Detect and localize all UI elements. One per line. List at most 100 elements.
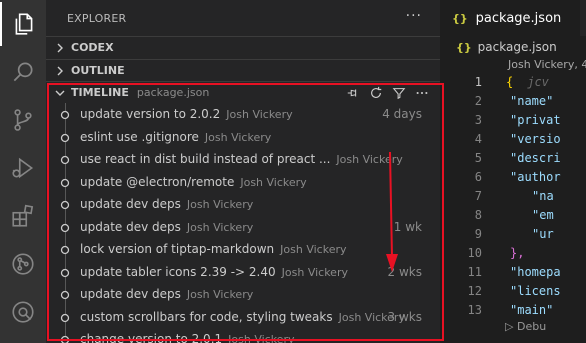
line-number: 6 <box>474 170 482 184</box>
commit-message: custom scrollbars for code, styling twea… <box>80 309 333 324</box>
line-number: 5 <box>474 151 482 165</box>
commit-author: Josh Vickery <box>226 108 293 122</box>
commit-message: use react in dist build instead of preac… <box>80 152 331 167</box>
line-number: 13 <box>467 303 482 317</box>
breadcrumb[interactable]: {} package.json <box>440 36 586 58</box>
codelens-label: Debu <box>516 320 547 333</box>
section-label: OUTLINE <box>71 64 125 77</box>
files-icon[interactable] <box>0 2 46 46</box>
code-text: "versio <box>510 132 561 146</box>
chevron-right-icon <box>53 41 67 55</box>
run-debug-icon[interactable] <box>0 146 46 190</box>
filter-icon[interactable] <box>390 85 407 101</box>
search-icon[interactable] <box>0 50 46 94</box>
scroll-down-arrow-icon <box>386 151 398 272</box>
refresh-icon[interactable] <box>367 85 384 101</box>
source-control-icon[interactable] <box>0 98 46 142</box>
code-text: "homepa <box>510 265 561 279</box>
json-file-icon: {} <box>456 40 472 54</box>
code-line[interactable]: 7 "na <box>440 189 586 208</box>
commit-author: Josh Vickery <box>281 265 348 279</box>
timeline-item[interactable]: custom scrollbars for code, styling twea… <box>46 306 440 329</box>
code-text: "em <box>532 208 554 222</box>
tab-label: package.json <box>475 10 562 26</box>
tab-package-json[interactable]: {} package.json <box>440 0 580 36</box>
code-line[interactable]: 3 "privat <box>440 113 586 132</box>
timeline-title: TIMELINE <box>71 86 129 99</box>
commit-author: Josh Vickery <box>240 175 307 189</box>
chevron-right-icon <box>53 64 67 78</box>
code-line[interactable]: 9 "ur <box>440 227 586 246</box>
commit-icon <box>59 198 73 212</box>
commit-message: update dev deps <box>80 219 181 234</box>
activity-bar <box>0 0 46 343</box>
commit-message: update tabler icons 2.39 -> 2.40 <box>80 264 276 279</box>
line-number: 7 <box>474 189 482 203</box>
commit-message: update dev deps <box>80 287 181 302</box>
commit-author: Josh Vickery <box>186 220 254 234</box>
extensions-icon[interactable] <box>0 194 46 238</box>
section-label: CODEX <box>71 41 114 54</box>
commit-message: change version to 2.0.1 <box>80 332 223 343</box>
line-number: 12 <box>467 284 482 298</box>
commit-icon <box>59 266 73 280</box>
chevron-down-icon <box>53 86 67 100</box>
code-text: "descri <box>510 151 561 165</box>
code-line[interactable]: 10 }, <box>440 246 586 265</box>
code-text: "privat <box>510 113 561 127</box>
line-number: 2 <box>474 94 482 108</box>
timeline-item[interactable]: change version to 2.0.1 Josh Vickery <box>46 328 440 343</box>
commit-icon <box>59 108 73 122</box>
code-line[interactable]: 6 "author <box>440 170 586 189</box>
timeline-file: package.json <box>136 86 210 99</box>
commit-message: lock version of tiptap-markdown <box>80 242 275 257</box>
code-line[interactable]: 11 "homepa <box>440 265 586 284</box>
commit-icon <box>59 333 73 343</box>
line-number: 8 <box>474 208 482 222</box>
timeline-item[interactable]: update version to 2.0.2 Josh Vickery 4 da… <box>46 103 440 126</box>
blame-annotation: Josh Vickery, 4 <box>508 58 586 71</box>
line-number: 4 <box>474 132 482 146</box>
code-text: "author <box>510 170 561 184</box>
gitlens-icon[interactable] <box>0 242 46 286</box>
sidebar-title: EXPLORER <box>67 11 127 25</box>
code-line[interactable]: 2 "name" <box>440 94 586 113</box>
commit-author: Josh Vickery <box>186 288 254 302</box>
section-codex[interactable]: CODEX <box>46 36 440 58</box>
commit-icon <box>59 311 73 325</box>
inline-blame: jcv <box>527 75 549 89</box>
more-icon[interactable] <box>413 85 430 101</box>
section-outline[interactable]: OUTLINE <box>46 59 440 81</box>
code-text: "main" <box>510 303 554 317</box>
code-line[interactable]: 4 "versio <box>440 132 586 151</box>
code-line[interactable]: 8 "em <box>440 208 586 227</box>
sidebar-header: EXPLORER ··· <box>46 0 440 36</box>
commit-author: Josh Vickery <box>280 243 347 257</box>
more-actions-icon[interactable]: ··· <box>406 8 422 24</box>
line-number: 10 <box>467 246 482 260</box>
commit-message: update version to 2.0.2 <box>80 107 221 122</box>
line-number: 3 <box>474 113 482 127</box>
code-text: }, <box>510 246 525 260</box>
debug-codelens[interactable]: ▷ Debu <box>505 320 546 333</box>
tab-bar: {} package.json <box>440 0 586 36</box>
code-text: "ur <box>532 227 554 241</box>
timeline-item[interactable]: eslint use .gitignore Josh Vickery <box>46 126 440 149</box>
commit-author: Josh Vickery <box>186 198 254 212</box>
section-timeline[interactable]: TIMELINE package.json <box>46 81 440 103</box>
line-number: 1 <box>474 75 482 89</box>
code-text: "licens <box>510 284 561 298</box>
timeline-item[interactable]: update dev deps Josh Vickery <box>46 283 440 306</box>
code-line[interactable]: 12 "licens <box>440 284 586 303</box>
code-line[interactable]: 5 "descri <box>440 151 586 170</box>
commit-message: update @electron/remote <box>80 174 235 189</box>
commit-icon <box>59 288 73 302</box>
commit-message: eslint use .gitignore <box>80 129 199 144</box>
code-text: "name" <box>510 94 554 108</box>
timeline-actions <box>344 85 430 101</box>
pin-icon[interactable] <box>344 85 361 101</box>
commit-author: Josh Vickery <box>204 130 272 144</box>
code-line[interactable]: 1 {jcv <box>440 75 586 94</box>
commit-time: 3 wks <box>387 309 422 324</box>
remote-explorer-icon[interactable] <box>0 290 46 334</box>
